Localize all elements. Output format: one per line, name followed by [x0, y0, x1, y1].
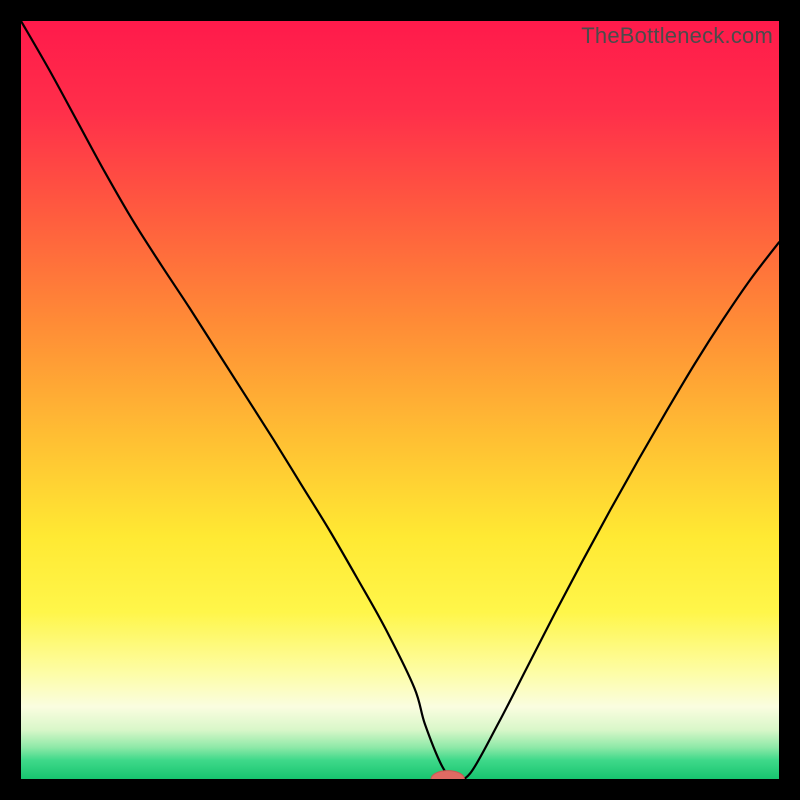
watermark-text: TheBottleneck.com [581, 23, 773, 49]
chart-frame: TheBottleneck.com [21, 21, 779, 779]
gradient-background [21, 21, 779, 779]
bottleneck-plot [21, 21, 779, 779]
